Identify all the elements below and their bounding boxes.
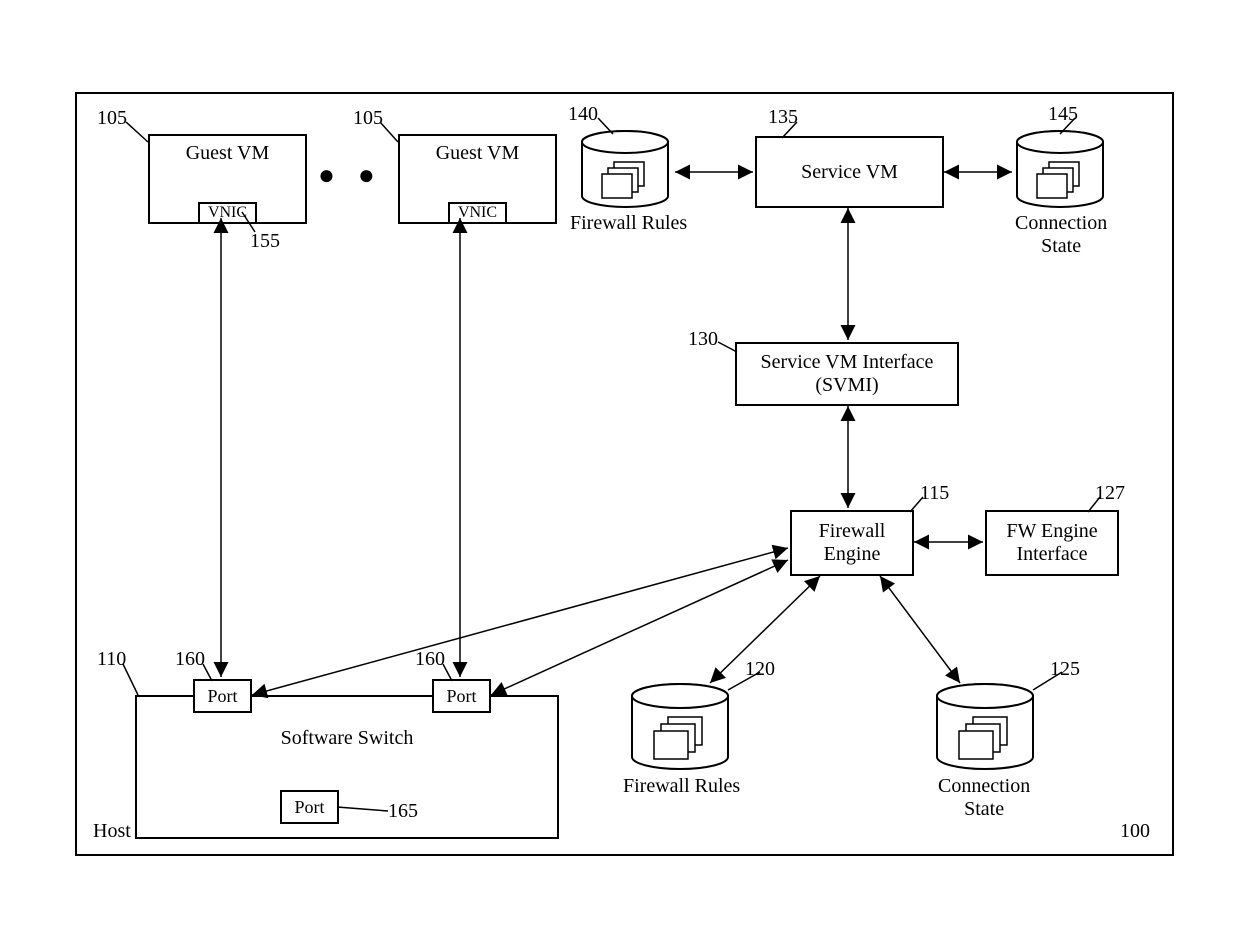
guest-vm-1-box: Guest VM VNIC bbox=[148, 134, 307, 224]
guest-vm-1-label: Guest VM bbox=[186, 142, 270, 165]
guest-vm-2-ref: 105 bbox=[353, 107, 383, 130]
service-vm-ref: 135 bbox=[768, 106, 798, 129]
firewall-engine-label: Firewall Engine bbox=[819, 520, 886, 566]
vnic-ref: 155 bbox=[250, 230, 280, 253]
svmi-label: Service VM Interface (SVMI) bbox=[761, 351, 934, 397]
firewall-rules-bottom-ref: 120 bbox=[745, 658, 775, 681]
host-label: Host bbox=[93, 820, 131, 843]
diagram-canvas: Host 100 Guest VM VNIC 105 155 ● ● ● .la… bbox=[0, 0, 1240, 928]
docs-icon-1 bbox=[600, 160, 650, 205]
guest-vm-2-box: Guest VM VNIC bbox=[398, 134, 557, 224]
port-3-ref: 165 bbox=[388, 800, 418, 823]
fw-engine-interface-label: FW Engine Interface bbox=[1006, 520, 1097, 566]
connection-state-bottom-label: Connection State bbox=[938, 775, 1030, 821]
service-vm-box: Service VM bbox=[755, 136, 944, 208]
connection-state-top-ref: 145 bbox=[1048, 103, 1078, 126]
docs-icon-4 bbox=[957, 715, 1012, 765]
host-ref: 100 bbox=[1120, 820, 1150, 843]
port-2-ref: 160 bbox=[415, 648, 445, 671]
svmi-ref: 130 bbox=[688, 328, 718, 351]
docs-icon-3 bbox=[652, 715, 707, 765]
fw-engine-interface-box: FW Engine Interface bbox=[985, 510, 1119, 576]
port-1-box: Port bbox=[193, 679, 252, 713]
port-1-ref: 160 bbox=[175, 648, 205, 671]
firewall-rules-top-ref: 140 bbox=[568, 103, 598, 126]
vnic-1: VNIC bbox=[198, 202, 257, 224]
port-3-label: Port bbox=[294, 797, 324, 818]
software-switch-label: Software Switch bbox=[281, 727, 414, 750]
vnic-2: VNIC bbox=[448, 202, 507, 224]
firewall-rules-bottom-label: Firewall Rules bbox=[623, 775, 740, 798]
connection-state-top-label: Connection State bbox=[1015, 212, 1107, 258]
firewall-rules-top-label: Firewall Rules bbox=[570, 212, 687, 235]
docs-icon-2 bbox=[1035, 160, 1085, 205]
port-1-label: Port bbox=[207, 686, 237, 707]
firewall-engine-ref: 115 bbox=[920, 482, 949, 505]
port-3-box: Port bbox=[280, 790, 339, 824]
service-vm-label: Service VM bbox=[801, 161, 898, 184]
port-2-label: Port bbox=[446, 686, 476, 707]
software-switch-box: Software Switch bbox=[135, 695, 559, 839]
software-switch-ref: 110 bbox=[97, 648, 126, 671]
svmi-box: Service VM Interface (SVMI) bbox=[735, 342, 959, 406]
firewall-engine-box: Firewall Engine bbox=[790, 510, 914, 576]
connection-state-bottom-ref: 125 bbox=[1050, 658, 1080, 681]
guest-vm-2-label: Guest VM bbox=[436, 142, 520, 165]
fw-engine-interface-ref: 127 bbox=[1095, 482, 1125, 505]
port-2-box: Port bbox=[432, 679, 491, 713]
guest-vm-1-ref: 105 bbox=[97, 107, 127, 130]
